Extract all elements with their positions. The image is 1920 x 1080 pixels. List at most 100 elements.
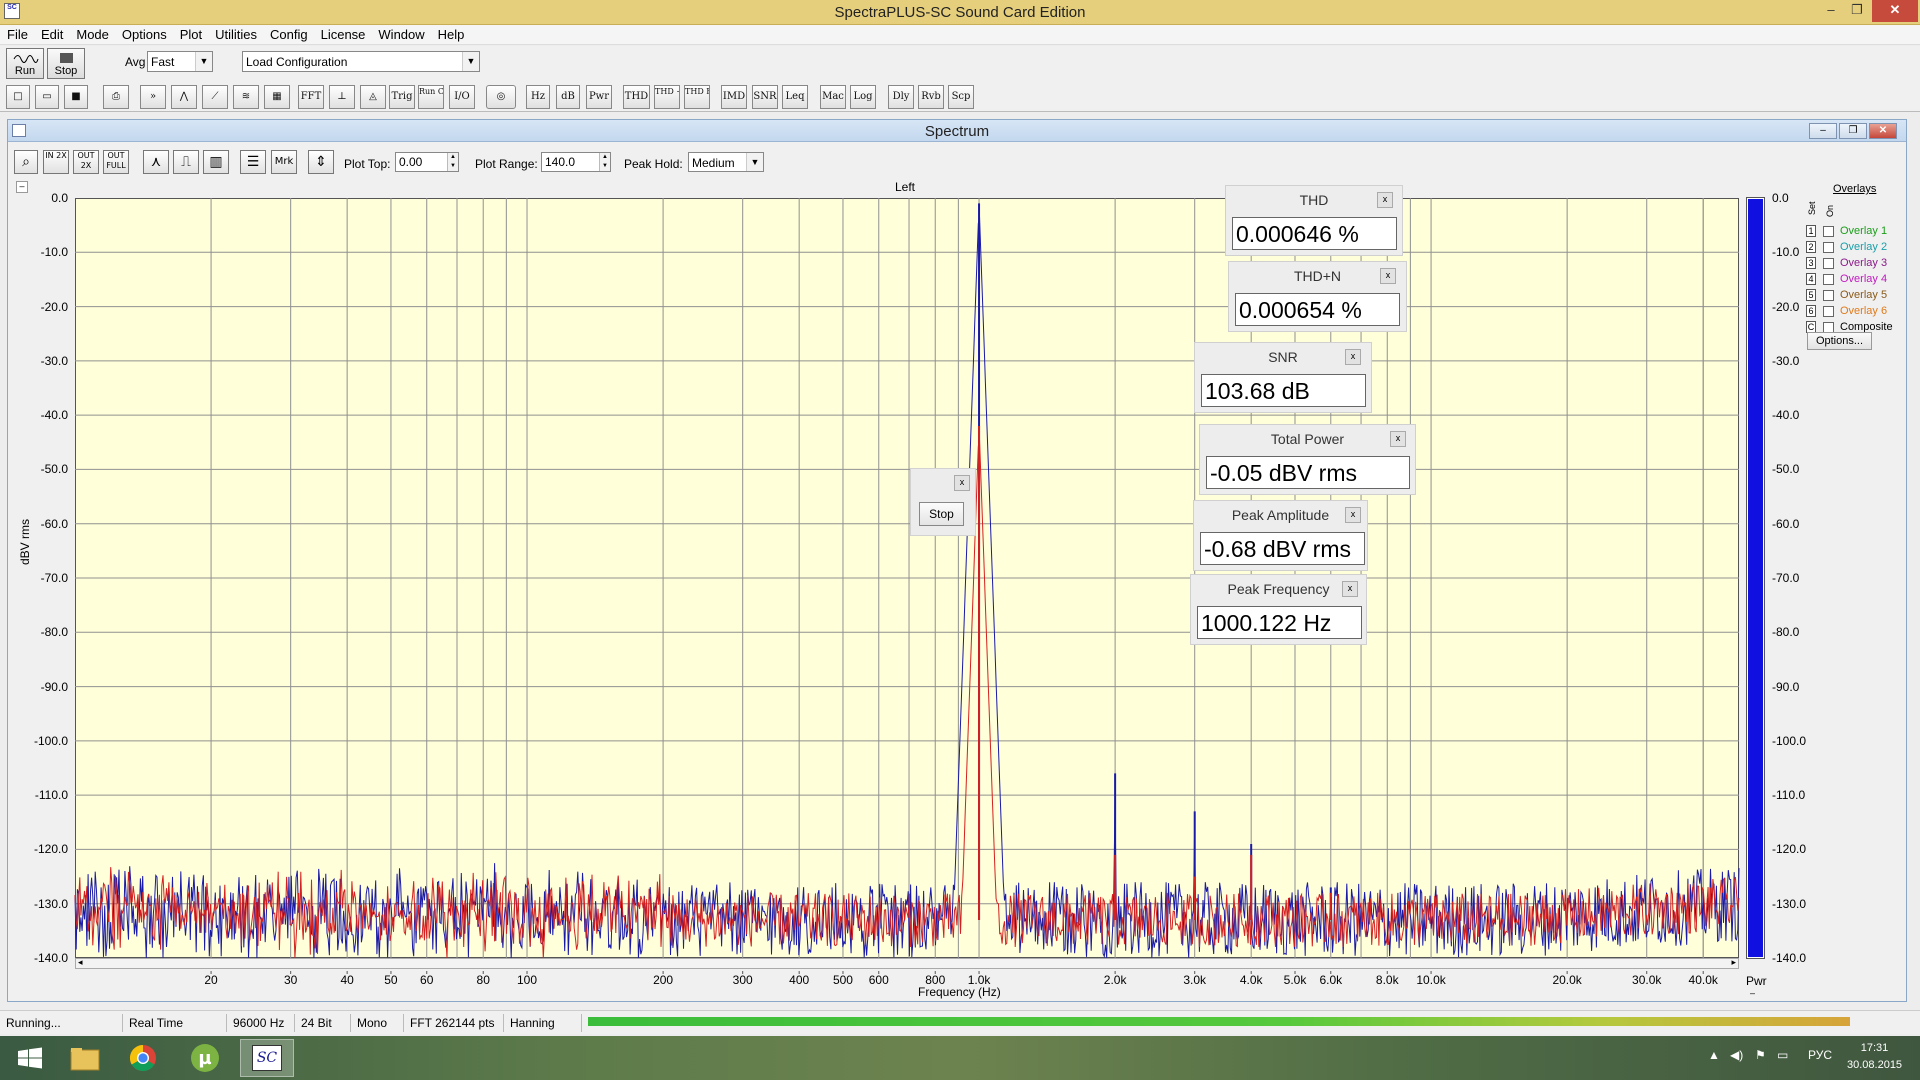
y-tick-label: 0.0	[51, 191, 68, 205]
y-tick-label-right: -30.0	[1772, 353, 1800, 368]
snr-panel[interactable]: SNR x 103.68 dB	[1194, 342, 1372, 413]
y-tick-label-right: -50.0	[1772, 462, 1800, 477]
clock-date: 30.08.2015	[1847, 1059, 1903, 1071]
y-tick-label-right: 0.0	[1772, 191, 1789, 205]
total-power-panel[interactable]: Total Power x -0.05 dBV rms	[1199, 424, 1416, 495]
y-axis-label: dBV rms	[18, 518, 32, 565]
x-tick-label: 40	[340, 973, 354, 987]
taskbar-explorer[interactable]	[58, 1039, 112, 1077]
overlay-row[interactable]: 3 Overlay 3	[1806, 257, 1914, 271]
overlay-name: Overlay 2	[1840, 241, 1888, 253]
power-bar-collapse-icon[interactable]: –	[1750, 988, 1755, 998]
x-tick-label: 6.0k	[1319, 973, 1343, 987]
clock[interactable]: 17:31 30.08.2015	[1847, 1040, 1902, 1074]
overlay-set-button[interactable]: 4	[1806, 273, 1816, 285]
close-icon[interactable]: x	[1345, 507, 1361, 523]
spectraplus-icon: SC	[252, 1045, 282, 1071]
start-button[interactable]	[4, 1039, 58, 1077]
peak-frequency-panel[interactable]: Peak Frequency x 1000.122 Hz	[1190, 574, 1367, 645]
taskbar-spectraplus[interactable]: SC	[240, 1039, 294, 1077]
close-icon[interactable]: x	[1380, 268, 1396, 284]
taskbar-chrome[interactable]	[116, 1039, 170, 1077]
close-icon[interactable]: x	[1390, 431, 1406, 447]
y-tick-label-right: -80.0	[1772, 625, 1800, 640]
x-tick-label: 30.0k	[1632, 973, 1662, 987]
y-tick-label-right: -110.0	[1772, 788, 1806, 803]
overlay-set-button[interactable]: 5	[1806, 289, 1816, 301]
y-tick-label: -120.0	[33, 842, 68, 857]
overlay-checkbox[interactable]	[1823, 306, 1834, 317]
overlay-row[interactable]: 2 Overlay 2	[1806, 241, 1914, 255]
y-tick-label: -140.0	[33, 951, 68, 965]
overlay-row[interactable]: 6 Overlay 6	[1806, 305, 1914, 319]
clock-time: 17:31	[1860, 1042, 1889, 1054]
overlay-row[interactable]: 1 Overlay 1	[1806, 225, 1914, 239]
floating-stop-panel: x Stop	[910, 468, 976, 536]
snr-value: 103.68 dB	[1201, 374, 1366, 407]
volume-icon[interactable]: ◀)	[1730, 1048, 1743, 1062]
close-icon[interactable]: x	[1377, 192, 1393, 208]
x-tick-label: 3.0k	[1183, 973, 1207, 987]
tray-expand-icon[interactable]: ▲	[1708, 1048, 1720, 1062]
y-tick-label-right: -130.0	[1772, 896, 1807, 911]
overlay-checkbox[interactable]	[1823, 274, 1834, 285]
y-tick-label-right: -40.0	[1772, 408, 1800, 423]
close-icon[interactable]: x	[1342, 581, 1358, 597]
network-icon[interactable]: ▭	[1777, 1048, 1788, 1062]
taskbar: µ SC ▲ ◀) ⚑ ▭ РУС 17:31 30.08.2015	[0, 1036, 1920, 1080]
x-tick-label: 80	[476, 973, 490, 987]
overlay-set-button[interactable]: 1	[1806, 225, 1816, 237]
close-icon[interactable]: x	[1345, 349, 1361, 365]
status-window: Hanning	[504, 1014, 582, 1032]
overlay-row[interactable]: 4 Overlay 4	[1806, 273, 1914, 287]
flag-icon[interactable]: ⚑	[1755, 1048, 1766, 1062]
y-tick-label-right: -100.0	[1772, 733, 1807, 748]
spectrum-trace-red	[74, 438, 1740, 959]
y-tick-label: -20.0	[40, 299, 68, 314]
overlay-checkbox[interactable]	[1823, 258, 1834, 269]
svg-text:µ: µ	[198, 1048, 211, 1069]
total-power-value: -0.05 dBV rms	[1206, 456, 1410, 489]
y-tick-label: -30.0	[40, 353, 68, 368]
x-tick-label: 20.0k	[1552, 973, 1582, 987]
x-tick-label: 20	[204, 973, 218, 987]
status-bar: Running... Real Time 96000 Hz 24 Bit Mon…	[0, 1010, 1920, 1034]
scroll-right-icon[interactable]: ▸	[1731, 957, 1736, 968]
taskbar-utorrent[interactable]: µ	[178, 1039, 232, 1077]
x-tick-label: 600	[868, 973, 889, 987]
on-column-label: On	[1825, 204, 1835, 217]
peak-amplitude-panel[interactable]: Peak Amplitude x -0.68 dBV rms	[1193, 500, 1368, 571]
overlays-title: Overlays	[1833, 183, 1877, 195]
close-icon[interactable]: x	[954, 475, 970, 491]
scroll-left-icon[interactable]: ◂	[78, 957, 83, 968]
y-tick-label-right: -70.0	[1772, 571, 1800, 585]
y-tick-label-right: -20.0	[1772, 299, 1800, 314]
y-tick-label: -90.0	[40, 679, 68, 694]
y-tick-label: -130.0	[33, 896, 68, 911]
y-tick-label-right: -120.0	[1772, 842, 1807, 857]
overlay-name: Overlay 1	[1840, 225, 1888, 237]
floating-stop-button[interactable]: Stop	[919, 502, 964, 526]
peak-frequency-title: Peak Frequency	[1227, 581, 1330, 597]
y-tick-label-right: -60.0	[1772, 516, 1800, 531]
overlay-checkbox[interactable]	[1823, 226, 1834, 237]
folder-icon	[70, 1048, 100, 1071]
overlay-set-button[interactable]: 2	[1806, 241, 1816, 253]
status-mode: Real Time	[123, 1014, 227, 1032]
horizontal-scrollbar[interactable]: ◂ ▸	[75, 957, 1739, 969]
overlay-checkbox[interactable]	[1823, 242, 1834, 253]
x-tick-label: 5.0k	[1283, 973, 1307, 987]
x-axis-label: Frequency (Hz)	[918, 985, 1001, 999]
thd-n-panel[interactable]: THD+N x 0.000654 %	[1228, 261, 1407, 332]
overlay-row[interactable]: 5 Overlay 5	[1806, 289, 1914, 303]
thd-panel[interactable]: THD x 0.000646 %	[1225, 185, 1403, 256]
overlay-checkbox[interactable]	[1823, 290, 1834, 301]
language-indicator[interactable]: РУС	[1808, 1048, 1832, 1062]
overlay-options-button[interactable]: Options...	[1807, 332, 1872, 350]
overlay-set-button[interactable]: 3	[1806, 257, 1816, 269]
power-bar-label: Pwr	[1746, 974, 1767, 988]
y-tick-label: -80.0	[40, 625, 68, 640]
overlay-set-button[interactable]: 6	[1806, 305, 1816, 317]
x-tick-label: 8.0k	[1375, 973, 1399, 987]
y-tick-label: -110.0	[34, 788, 68, 803]
